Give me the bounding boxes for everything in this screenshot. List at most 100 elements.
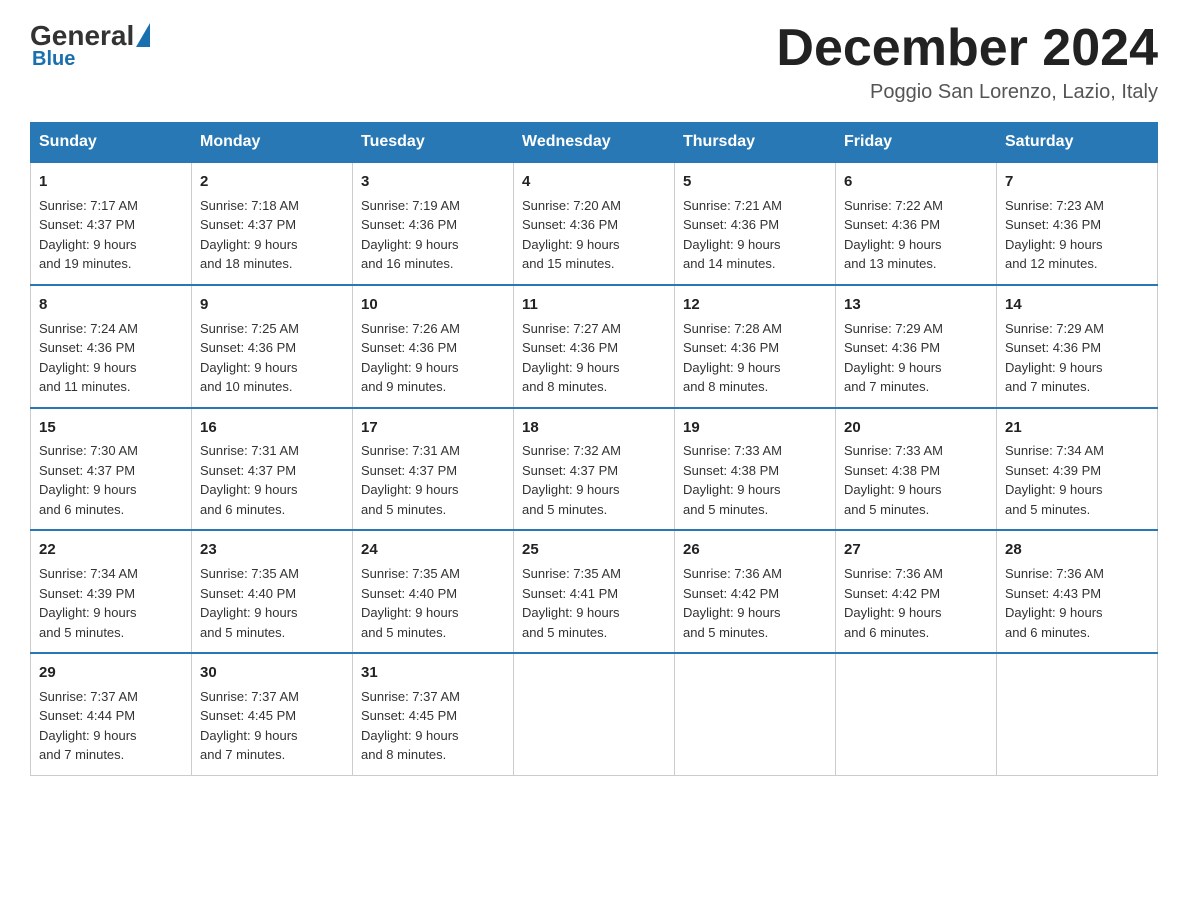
calendar-cell: 9 Sunrise: 7:25 AMSunset: 4:36 PMDaylight… [192,285,353,408]
calendar-cell: 17Sunrise: 7:31 AMSunset: 4:37 PMDayligh… [353,408,514,531]
day-number: 6 [844,171,988,193]
days-header-row: Sunday Monday Tuesday Wednesday Thursday… [31,123,1158,163]
day-info: Sunrise: 7:29 AMSunset: 4:36 PMDaylight:… [1005,319,1149,397]
calendar-header: Sunday Monday Tuesday Wednesday Thursday… [31,123,1158,163]
day-number: 3 [361,171,505,193]
day-info: Sunrise: 7:35 AMSunset: 4:40 PMDaylight:… [361,564,505,642]
week-row-3: 15Sunrise: 7:30 AMSunset: 4:37 PMDayligh… [31,408,1158,531]
day-info: Sunrise: 7:37 AMSunset: 4:44 PMDaylight:… [39,687,183,765]
day-info: Sunrise: 7:33 AMSunset: 4:38 PMDaylight:… [844,441,988,519]
day-number: 10 [361,294,505,316]
day-number: 18 [522,417,666,439]
calendar-cell: 23Sunrise: 7:35 AMSunset: 4:40 PMDayligh… [192,530,353,653]
calendar-cell: 22 Sunrise: 7:34 AMSunset: 4:39 PMDayligh… [31,530,192,653]
calendar-cell: 26Sunrise: 7:36 AMSunset: 4:42 PMDayligh… [675,530,836,653]
day-info: Sunrise: 7:26 AMSunset: 4:36 PMDaylight:… [361,319,505,397]
day-info: Sunrise: 7:27 AMSunset: 4:36 PMDaylight:… [522,319,666,397]
day-number: 12 [683,294,827,316]
calendar-cell: 3 Sunrise: 7:19 AMSunset: 4:36 PMDaylight… [353,162,514,285]
day-number: 23 [200,539,344,561]
day-info: Sunrise: 7:36 AMSunset: 4:42 PMDaylight:… [844,564,988,642]
day-number: 7 [1005,171,1149,193]
header-thursday: Thursday [675,123,836,163]
day-info: Sunrise: 7:30 AMSunset: 4:37 PMDaylight:… [39,441,183,519]
calendar-cell: 5 Sunrise: 7:21 AMSunset: 4:36 PMDaylight… [675,162,836,285]
logo-triangle-icon [136,23,150,47]
day-number: 1 [39,171,183,193]
calendar-cell: 12 Sunrise: 7:28 AMSunset: 4:36 PMDayligh… [675,285,836,408]
logo: General Blue [30,20,152,71]
day-number: 15 [39,417,183,439]
calendar-cell: 18Sunrise: 7:32 AMSunset: 4:37 PMDayligh… [514,408,675,531]
calendar-cell [836,653,997,775]
month-title: December 2024 [776,20,1158,77]
day-info: Sunrise: 7:34 AMSunset: 4:39 PMDaylight:… [1005,441,1149,519]
calendar-cell: 14Sunrise: 7:29 AMSunset: 4:36 PMDayligh… [997,285,1158,408]
day-info: Sunrise: 7:20 AMSunset: 4:36 PMDaylight:… [522,196,666,274]
calendar-cell: 30Sunrise: 7:37 AMSunset: 4:45 PMDayligh… [192,653,353,775]
header-tuesday: Tuesday [353,123,514,163]
header-monday: Monday [192,123,353,163]
day-number: 27 [844,539,988,561]
day-info: Sunrise: 7:35 AMSunset: 4:41 PMDaylight:… [522,564,666,642]
day-number: 22 [39,539,183,561]
header-friday: Friday [836,123,997,163]
day-info: Sunrise: 7:29 AMSunset: 4:36 PMDaylight:… [844,319,988,397]
calendar-cell [997,653,1158,775]
calendar-cell [675,653,836,775]
calendar-cell: 24Sunrise: 7:35 AMSunset: 4:40 PMDayligh… [353,530,514,653]
calendar-cell [514,653,675,775]
day-number: 20 [844,417,988,439]
header-sunday: Sunday [31,123,192,163]
day-info: Sunrise: 7:31 AMSunset: 4:37 PMDaylight:… [361,441,505,519]
logo-blue-text: Blue [32,48,75,71]
day-info: Sunrise: 7:25 AMSunset: 4:36 PMDaylight:… [200,319,344,397]
day-info: Sunrise: 7:34 AMSunset: 4:39 PMDaylight:… [39,564,183,642]
week-row-2: 8 Sunrise: 7:24 AMSunset: 4:36 PMDaylight… [31,285,1158,408]
day-info: Sunrise: 7:24 AMSunset: 4:36 PMDaylight:… [39,319,183,397]
day-info: Sunrise: 7:19 AMSunset: 4:36 PMDaylight:… [361,196,505,274]
day-info: Sunrise: 7:32 AMSunset: 4:37 PMDaylight:… [522,441,666,519]
calendar-cell: 29Sunrise: 7:37 AMSunset: 4:44 PMDayligh… [31,653,192,775]
title-area: December 2024 Poggio San Lorenzo, Lazio,… [776,20,1158,104]
calendar-cell: 1 Sunrise: 7:17 AMSunset: 4:37 PMDaylight… [31,162,192,285]
calendar-cell: 15Sunrise: 7:30 AMSunset: 4:37 PMDayligh… [31,408,192,531]
calendar-cell: 28 Sunrise: 7:36 AMSunset: 4:43 PMDayligh… [997,530,1158,653]
day-info: Sunrise: 7:17 AMSunset: 4:37 PMDaylight:… [39,196,183,274]
calendar-cell: 11 Sunrise: 7:27 AMSunset: 4:36 PMDayligh… [514,285,675,408]
day-number: 9 [200,294,344,316]
location-title: Poggio San Lorenzo, Lazio, Italy [776,81,1158,104]
day-info: Sunrise: 7:23 AMSunset: 4:36 PMDaylight:… [1005,196,1149,274]
day-info: Sunrise: 7:31 AMSunset: 4:37 PMDaylight:… [200,441,344,519]
week-row-5: 29Sunrise: 7:37 AMSunset: 4:44 PMDayligh… [31,653,1158,775]
day-info: Sunrise: 7:22 AMSunset: 4:36 PMDaylight:… [844,196,988,274]
calendar-cell: 27 Sunrise: 7:36 AMSunset: 4:42 PMDayligh… [836,530,997,653]
day-number: 5 [683,171,827,193]
day-number: 28 [1005,539,1149,561]
calendar-cell: 20Sunrise: 7:33 AMSunset: 4:38 PMDayligh… [836,408,997,531]
calendar-cell: 8 Sunrise: 7:24 AMSunset: 4:36 PMDaylight… [31,285,192,408]
day-number: 17 [361,417,505,439]
calendar-cell: 19Sunrise: 7:33 AMSunset: 4:38 PMDayligh… [675,408,836,531]
day-info: Sunrise: 7:21 AMSunset: 4:36 PMDaylight:… [683,196,827,274]
day-number: 25 [522,539,666,561]
day-info: Sunrise: 7:36 AMSunset: 4:42 PMDaylight:… [683,564,827,642]
day-number: 8 [39,294,183,316]
day-info: Sunrise: 7:28 AMSunset: 4:36 PMDaylight:… [683,319,827,397]
calendar-cell: 25 Sunrise: 7:35 AMSunset: 4:41 PMDayligh… [514,530,675,653]
calendar-body: 1 Sunrise: 7:17 AMSunset: 4:37 PMDaylight… [31,162,1158,775]
day-number: 30 [200,662,344,684]
day-number: 21 [1005,417,1149,439]
calendar-cell: 21Sunrise: 7:34 AMSunset: 4:39 PMDayligh… [997,408,1158,531]
day-number: 2 [200,171,344,193]
week-row-1: 1 Sunrise: 7:17 AMSunset: 4:37 PMDaylight… [31,162,1158,285]
day-info: Sunrise: 7:36 AMSunset: 4:43 PMDaylight:… [1005,564,1149,642]
day-info: Sunrise: 7:33 AMSunset: 4:38 PMDaylight:… [683,441,827,519]
calendar-cell: 16Sunrise: 7:31 AMSunset: 4:37 PMDayligh… [192,408,353,531]
day-number: 19 [683,417,827,439]
day-number: 11 [522,294,666,316]
calendar-cell: 13 Sunrise: 7:29 AMSunset: 4:36 PMDayligh… [836,285,997,408]
calendar-cell: 4Sunrise: 7:20 AMSunset: 4:36 PMDaylight… [514,162,675,285]
day-number: 13 [844,294,988,316]
day-number: 16 [200,417,344,439]
